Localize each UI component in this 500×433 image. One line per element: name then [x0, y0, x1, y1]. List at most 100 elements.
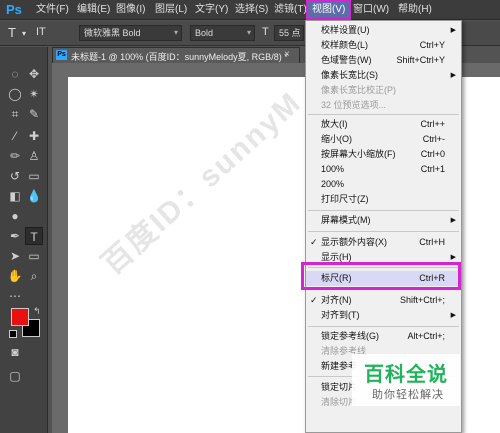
shape-tool-icon[interactable]: ▭ — [25, 247, 43, 265]
font-family-select[interactable]: 微软雅黑 Bold ▾ — [79, 25, 182, 41]
menu-item-label: 打印尺寸(Z) — [321, 194, 369, 204]
menu-item-label: 校样设置(U) — [321, 25, 370, 35]
blur-tool-icon[interactable]: 💧 — [25, 187, 43, 205]
menu-layer[interactable]: 图层(L) — [155, 0, 187, 20]
baike-logo: 百科全说 助你轻松解决 — [352, 354, 460, 406]
view-menu-item: 32 位预览选项... — [306, 98, 461, 113]
hand-tool-icon[interactable]: ✋ — [6, 267, 24, 285]
menu-item-shortcut: Ctrl+H — [419, 237, 445, 247]
checkmark-icon: ✓ — [310, 295, 318, 305]
menu-item-label: 校样颜色(L) — [321, 40, 368, 50]
pen-tool-icon[interactable]: ✒ — [6, 227, 24, 245]
lasso-tool-icon[interactable]: ◯ — [6, 85, 24, 103]
menu-bar: Ps 文件(F) 编辑(E) 图像(I) 图层(L) 文字(Y) 选择(S) 滤… — [0, 0, 500, 20]
view-menu-item[interactable]: 校样颜色(L) Ctrl+Y — [306, 38, 461, 53]
view-menu-item[interactable]: 按屏幕大小缩放(F) Ctrl+0 — [306, 147, 461, 162]
submenu-arrow-icon: ▶ — [450, 27, 456, 34]
menu-item-label: 100% — [321, 164, 345, 174]
slice-tool-icon[interactable]: ✎ — [25, 105, 43, 123]
dodge-tool-icon[interactable]: ● — [6, 207, 24, 225]
menu-item-shortcut: Ctrl++ — [420, 119, 445, 129]
menu-item-shortcut: Shift+Ctrl+Y — [396, 55, 445, 65]
screen-mode-icon[interactable]: ▢ — [6, 367, 24, 385]
view-menu-item[interactable]: 校样设置(U) ▶ — [306, 23, 461, 38]
menu-separator — [308, 231, 459, 232]
menu-help[interactable]: 帮助(H) — [398, 0, 432, 20]
menu-select[interactable]: 选择(S) — [235, 0, 268, 20]
chevron-down-icon: ▾ — [173, 28, 178, 37]
menu-item-label: 色域警告(W) — [321, 55, 372, 65]
view-menu-item[interactable]: 屏幕模式(M) ▶ — [306, 213, 461, 228]
document-tab[interactable]: Ps 未标题-1 @ 100% (百度ID：sunnyMelody夏, RGB/… — [52, 47, 300, 63]
menu-item-label: 显示额外内容(X) — [321, 237, 387, 247]
view-menu-item[interactable]: 放大(I) Ctrl++ — [306, 117, 461, 132]
chevron-down-icon: ▾ — [246, 28, 251, 37]
menu-separator — [308, 326, 459, 327]
menu-item-label: 32 位预览选项... — [321, 100, 387, 110]
close-icon[interactable]: × — [284, 49, 290, 60]
default-colors-icon[interactable] — [9, 330, 17, 338]
view-menu-item[interactable]: ✓ 显示额外内容(X) Ctrl+H — [306, 235, 461, 250]
gradient-tool-icon[interactable]: ◧ — [6, 187, 24, 205]
view-menu-item[interactable]: 锁定参考线(G) Alt+Ctrl+; — [306, 329, 461, 344]
submenu-arrow-icon: ▶ — [450, 312, 456, 319]
font-size-icon: T — [262, 26, 269, 38]
crop-tool-icon[interactable]: ⌗ — [6, 105, 24, 123]
clone-stamp-icon[interactable]: ♙ — [25, 147, 43, 165]
menu-item-label: 200% — [321, 179, 345, 189]
type-tool-icon[interactable]: T — [25, 227, 43, 245]
brush-tool-icon[interactable]: ✏ — [6, 147, 24, 165]
menu-item-label: 对齐(N) — [321, 295, 352, 305]
foreground-color-swatch[interactable] — [11, 308, 29, 326]
view-menu-item[interactable]: ✓ 对齐(N) Shift+Ctrl+; — [306, 293, 461, 308]
magic-wand-tool-icon[interactable]: ✴ — [25, 85, 43, 103]
menu-image[interactable]: 图像(I) — [116, 0, 145, 20]
view-menu-item[interactable]: 100% Ctrl+1 — [306, 162, 461, 177]
edit-toolbar-icon[interactable]: ⋯ — [6, 287, 24, 305]
menu-item-shortcut: Ctrl+Y — [419, 40, 445, 50]
menu-filter[interactable]: 滤镜(T) — [274, 0, 307, 20]
view-menu-item[interactable]: 像素长宽比(S) ▶ — [306, 68, 461, 83]
baike-subtitle: 助你轻松解决 — [372, 389, 444, 401]
menu-item-shortcut: Ctrl+1 — [420, 164, 445, 174]
quick-mask-icon[interactable]: ◙ — [6, 343, 24, 361]
view-menu-item[interactable]: 色域警告(W) Shift+Ctrl+Y — [306, 53, 461, 68]
ruler-highlight-frame — [301, 262, 461, 290]
font-size-field[interactable]: 55 点 — [274, 25, 304, 41]
menu-item-shortcut: Ctrl+0 — [420, 149, 445, 159]
menu-item-label: 像素长宽比(S) — [321, 70, 378, 80]
menu-window[interactable]: 窗口(W) — [353, 0, 389, 20]
view-menu-item[interactable]: 200% — [306, 177, 461, 192]
healing-brush-icon[interactable]: ✚ — [25, 127, 43, 145]
menu-item-shortcut: Shift+Ctrl+; — [399, 295, 445, 305]
view-menu-item[interactable]: 缩小(O) Ctrl+- — [306, 132, 461, 147]
eraser-tool-icon[interactable]: ▭ — [25, 167, 43, 185]
zoom-tool-icon[interactable]: ⌕ — [25, 267, 43, 285]
move-tool-icon[interactable]: ✥ — [25, 65, 43, 83]
menu-separator — [308, 114, 459, 115]
submenu-arrow-icon: ▶ — [450, 72, 456, 79]
path-select-icon[interactable]: ➤ — [6, 247, 24, 265]
history-brush-icon[interactable]: ↺ — [6, 167, 24, 185]
text-orientation-icon[interactable]: IT — [36, 26, 46, 38]
menu-item-shortcut: Ctrl+- — [422, 134, 445, 144]
tool-preset-chevron-icon[interactable]: ▾ — [22, 29, 26, 38]
eyedropper-tool-icon[interactable]: ⁄ — [6, 127, 24, 145]
type-tool-icon[interactable]: T — [8, 25, 16, 40]
menu-edit[interactable]: 编辑(E) — [77, 0, 110, 20]
font-style-select[interactable]: Bold ▾ — [190, 25, 255, 41]
menu-item-label: 缩小(O) — [321, 134, 352, 144]
view-menu-item[interactable]: 对齐到(T) ▶ — [306, 308, 461, 323]
psd-file-icon: Ps — [56, 50, 67, 60]
view-menu-item[interactable]: 打印尺寸(Z) — [306, 192, 461, 207]
swap-colors-icon[interactable]: ↰ — [33, 306, 41, 317]
marquee-tool-icon[interactable]: ◌ — [6, 65, 24, 83]
menu-file[interactable]: 文件(F) — [36, 0, 69, 20]
menu-view[interactable]: 视图(V) — [306, 0, 352, 20]
menu-item-label: 屏幕模式(M) — [321, 215, 371, 225]
menu-item-label: 放大(I) — [321, 119, 348, 129]
menu-item-label: 按屏幕大小缩放(F) — [321, 149, 396, 159]
menu-type[interactable]: 文字(Y) — [195, 0, 228, 20]
menu-item-label: 对齐到(T) — [321, 310, 360, 320]
font-style-value: Bold — [195, 28, 214, 38]
